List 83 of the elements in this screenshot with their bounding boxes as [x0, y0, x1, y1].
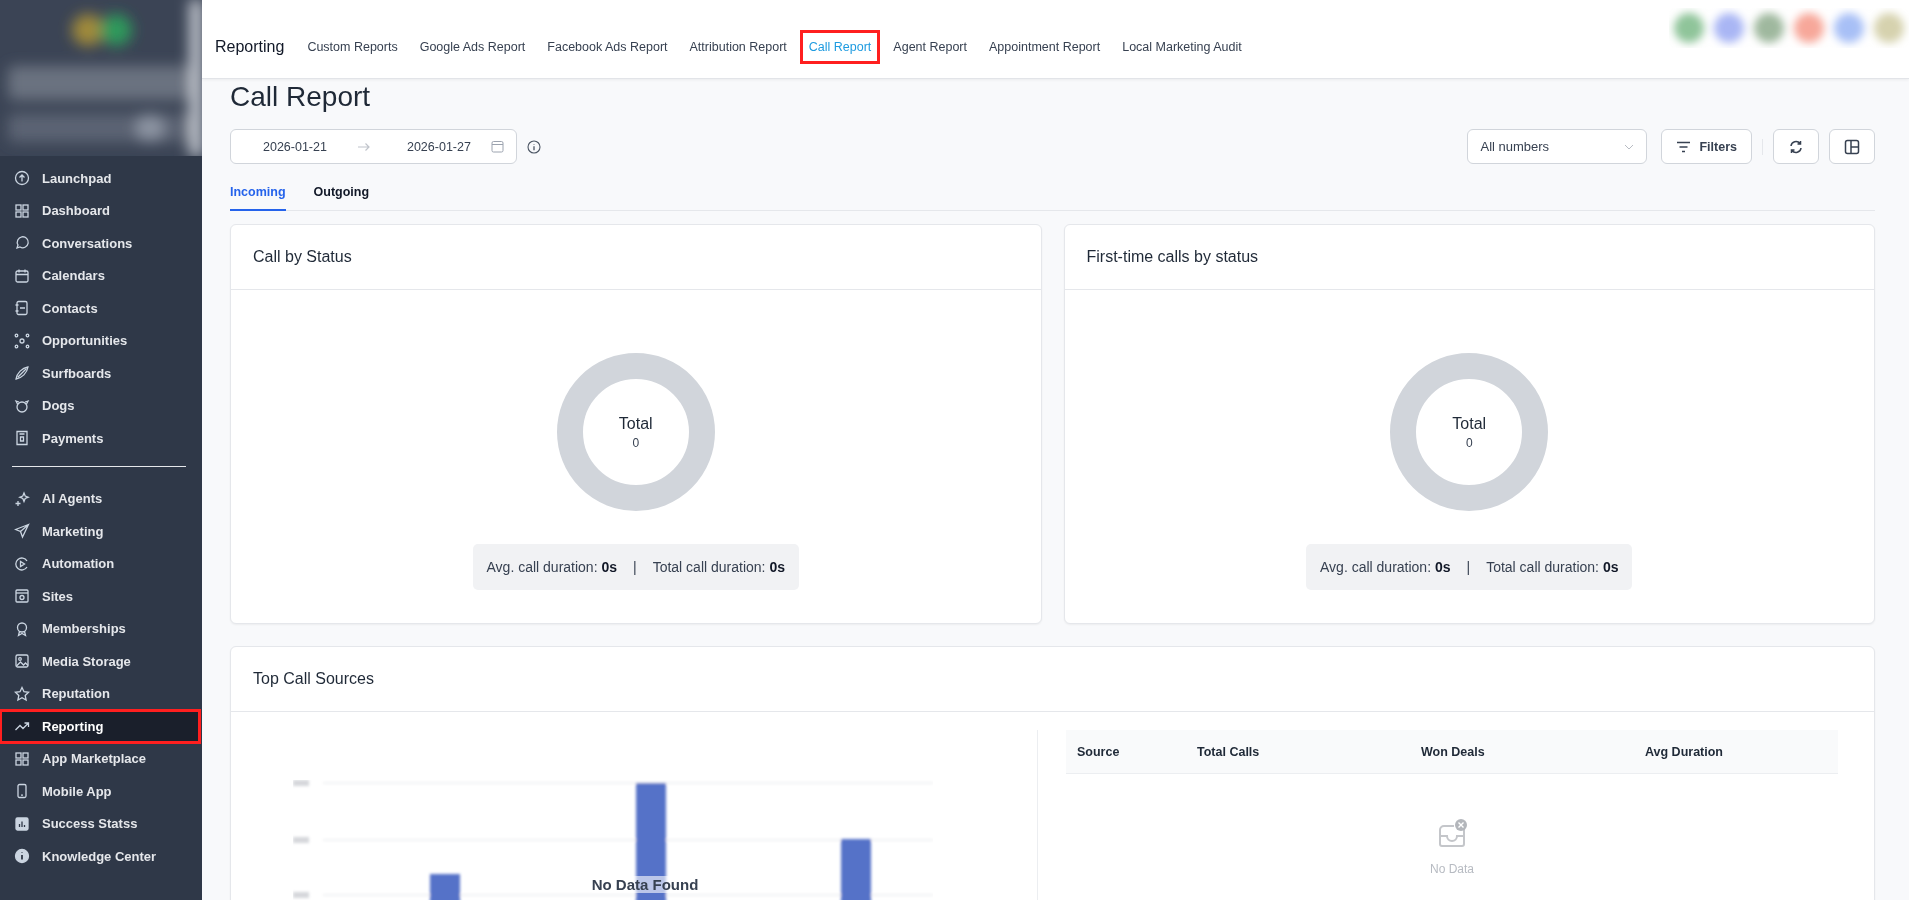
sparkle-icon: [14, 490, 30, 507]
sidebar-item[interactable]: Opportunities: [0, 324, 200, 357]
layout-button[interactable]: [1829, 129, 1875, 164]
sidebar-item[interactable]: Automation: [0, 547, 200, 580]
surfboard-icon: [14, 365, 30, 382]
column-header: Avg Duration: [1645, 744, 1724, 759]
sidebar-item[interactable]: AI Agents: [0, 482, 200, 515]
sidebar-item[interactable]: Surfboards: [0, 357, 200, 390]
filter-icon: [1676, 140, 1692, 153]
empty-inbox-icon: [1436, 818, 1468, 850]
sidebar-item[interactable]: App Marketplace: [0, 742, 200, 775]
grid-icon: [14, 750, 30, 767]
card-title: First-time calls by status: [1086, 248, 1259, 266]
sidebar-item[interactable]: Launchpad: [0, 162, 200, 195]
report-tab[interactable]: Attribution Report: [681, 31, 795, 63]
report-tab[interactable]: Local Marketing Audit: [1114, 31, 1250, 63]
separator-text: |: [1466, 559, 1471, 575]
play-circle-icon: [14, 555, 30, 572]
report-tab[interactable]: Agent Report: [885, 31, 975, 63]
address-book-icon: [14, 300, 30, 317]
sidebar-item[interactable]: Calendars: [0, 259, 200, 292]
avg-duration-text: Avg. call duration: 0s: [1320, 559, 1451, 575]
separator-text: |: [633, 559, 637, 575]
total-label: Total: [1452, 414, 1487, 433]
no-data-message: No Data Found: [591, 876, 699, 893]
total-value: 0: [1465, 435, 1473, 450]
page-title: Call Report: [230, 81, 372, 113]
sidebar-item[interactable]: Memberships: [0, 612, 200, 645]
sidebar-item[interactable]: Knowledge Center: [0, 840, 200, 873]
bar-chart-icon: [14, 815, 30, 832]
column-header: Won Deals: [1421, 744, 1486, 759]
browser-icon: [14, 588, 30, 605]
report-tab[interactable]: Custom Reports: [299, 31, 406, 63]
empty-text: No Data: [1430, 862, 1474, 876]
total-label: Total: [618, 414, 653, 433]
sidebar-item[interactable]: Contacts: [0, 292, 200, 325]
sidebar-item[interactable]: Conversations: [0, 227, 200, 260]
section-title: Reporting: [215, 37, 285, 56]
report-tab[interactable]: Google Ads Report: [411, 31, 534, 63]
date-range-picker[interactable]: 2026-01-21 2026-01-27: [230, 129, 517, 164]
star-icon: [14, 685, 30, 702]
calendar-icon: [491, 140, 504, 153]
column-header: Total Calls: [1197, 744, 1261, 759]
receipt-icon: [14, 430, 30, 447]
number-select[interactable]: All numbers: [1467, 129, 1648, 164]
grid-icon: [14, 202, 30, 219]
sidebar-item[interactable]: Sites: [0, 580, 200, 613]
column-header: Source: [1077, 744, 1121, 759]
direction-tab[interactable]: Incoming: [230, 176, 286, 211]
image-icon: [14, 653, 30, 670]
arrow-icon: [356, 141, 371, 152]
sidebar-item[interactable]: Payments: [0, 422, 200, 455]
report-tab[interactable]: Facebook Ads Report: [539, 31, 676, 63]
report-tab[interactable]: Appointment Report: [981, 31, 1109, 63]
calendar-icon: [14, 267, 30, 284]
sidebar-item[interactable]: Reporting: [0, 710, 200, 743]
filters-button[interactable]: Filters: [1661, 129, 1752, 164]
refresh-icon: [1788, 138, 1804, 155]
layout-icon: [1844, 138, 1860, 155]
sidebar-item[interactable]: Success Statss: [0, 807, 200, 840]
network-icon: [14, 332, 30, 349]
card-title: Call by Status: [253, 248, 352, 266]
avg-duration-text: Avg. call duration: 0s: [486, 559, 617, 575]
total-duration-text: Total call duration: 0s: [1486, 559, 1619, 575]
refresh-button[interactable]: [1773, 129, 1819, 164]
upload-circle-icon: [14, 170, 30, 187]
card-title: Top Call Sources: [253, 670, 374, 688]
sidebar-item[interactable]: Media Storage: [0, 645, 200, 678]
sidebar-item[interactable]: Dogs: [0, 389, 200, 422]
info-icon[interactable]: [527, 139, 541, 154]
phone-icon: [14, 783, 30, 800]
award-icon: [14, 620, 30, 637]
sidebar-item[interactable]: Marketing: [0, 515, 200, 548]
chat-bubble-icon: [14, 235, 30, 252]
chevron-down-icon: [1624, 143, 1635, 150]
total-value: 0: [632, 435, 640, 450]
sidebar-item[interactable]: Mobile App: [0, 775, 200, 808]
total-duration-text: Total call duration: 0s: [652, 559, 785, 575]
sidebar-item[interactable]: Reputation: [0, 677, 200, 710]
sidebar-item[interactable]: Dashboard: [0, 194, 200, 227]
direction-tab[interactable]: Outgoing: [313, 176, 370, 211]
paper-plane-icon: [14, 523, 30, 540]
info-icon: [14, 848, 30, 865]
